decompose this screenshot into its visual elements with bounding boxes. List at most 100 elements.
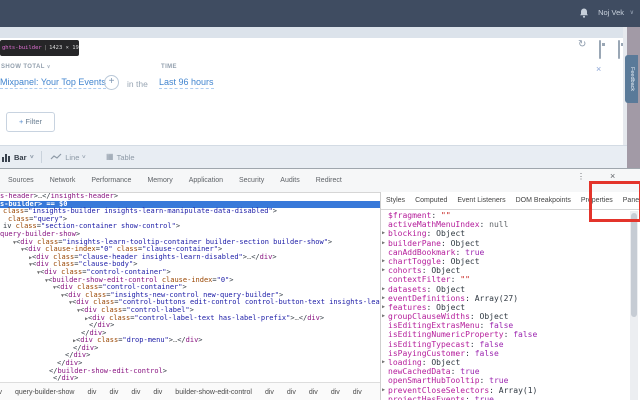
- devtools-tab-performance[interactable]: Performance: [83, 177, 139, 184]
- insights-query-card: [0, 38, 623, 147]
- user-menu[interactable]: Noj Vek: [598, 8, 624, 17]
- property-row[interactable]: isEditingNumericProperty: false: [382, 330, 628, 339]
- devtools-size-tooltip: ghts-builder | 1423 × 198: [0, 40, 79, 56]
- property-name: preventCloseSelectors: [388, 386, 489, 395]
- breadcrumb-item[interactable]: builder-show-edit-control: [175, 389, 252, 396]
- toolbar-divider: [41, 151, 42, 163]
- devtools-tab-audits[interactable]: Audits: [272, 177, 307, 184]
- property-row[interactable]: isPayingCustomer: false: [382, 349, 628, 358]
- property-name: isPayingCustomer: [388, 349, 465, 358]
- property-value: Object: [436, 303, 465, 312]
- devtools-tab-network[interactable]: Network: [42, 177, 84, 184]
- pane-divider[interactable]: [380, 192, 381, 400]
- property-row[interactable]: ▶chartToggle: Object: [382, 257, 628, 266]
- property-row[interactable]: ▶blocking: Object: [382, 229, 628, 238]
- time-range-link[interactable]: Last 96 hours: [159, 77, 214, 89]
- property-row[interactable]: canAddBookmark: true: [382, 248, 628, 257]
- download-icon[interactable]: [618, 40, 620, 59]
- property-row[interactable]: ▶cohorts: Object: [382, 266, 628, 275]
- feedback-side-tab[interactable]: Feedback: [625, 55, 638, 103]
- dom-tree-line[interactable]: </div>: [0, 322, 380, 330]
- filter-button[interactable]: +Filter: [6, 112, 55, 132]
- devtools-tab-application[interactable]: Application: [181, 177, 231, 184]
- property-row[interactable]: isEditingTypecast: false: [382, 340, 628, 349]
- dom-breadcrumb-bar: div query-builder-show div div div div builder…: [0, 382, 380, 400]
- breadcrumb-item[interactable]: div: [265, 389, 274, 396]
- dom-tree-line[interactable]: ▶<div class="control-label-text has-labe…: [0, 315, 380, 323]
- sidebar-tab-computed[interactable]: Computed: [410, 197, 452, 204]
- property-row[interactable]: ▶loading: Object: [382, 358, 628, 367]
- property-name: $fragment: [388, 211, 431, 220]
- devtools-tab-memory[interactable]: Memory: [139, 177, 180, 184]
- property-name: openSmartHubTooltip: [388, 376, 480, 385]
- property-colon: :: [470, 340, 480, 349]
- dom-tree-line[interactable]: </div>: [0, 345, 380, 353]
- property-row[interactable]: projectHasEvents: true: [382, 395, 628, 400]
- chart-type-table[interactable]: ▦ Table: [106, 153, 135, 162]
- property-row[interactable]: openSmartHubTooltip: true: [382, 376, 628, 385]
- screenshot-stage: Noj Vek ∨ ↻ ghts-builder | 1423 × 198 SH…: [0, 0, 640, 400]
- bookmark-icon[interactable]: [599, 40, 601, 59]
- property-row[interactable]: contextFilter: "": [382, 275, 628, 284]
- property-colon: :: [451, 367, 461, 376]
- chevron-down-icon: ∨: [82, 154, 87, 160]
- chart-type-bar[interactable]: Bar∨: [1, 153, 33, 162]
- scrollbar-thumb[interactable]: [631, 213, 637, 317]
- property-name: newCachedData: [388, 367, 451, 376]
- refresh-icon[interactable]: ↻: [578, 39, 586, 50]
- property-row[interactable]: ▶datasets: Object: [382, 285, 628, 294]
- property-value: false: [475, 349, 499, 358]
- property-name: builderPane: [388, 239, 441, 248]
- property-colon: :: [480, 376, 490, 385]
- property-row[interactable]: ▶builderPane: Object: [382, 239, 628, 248]
- breadcrumb-item[interactable]: div: [153, 389, 162, 396]
- property-colon: :: [455, 248, 465, 257]
- chart-type-line[interactable]: Line∨: [50, 153, 86, 162]
- panel-state-properties: $fragment: ""activeMathMenuIndex: null▶b…: [382, 211, 628, 400]
- close-icon[interactable]: ×: [596, 64, 601, 74]
- devtools-tab-security[interactable]: Security: [231, 177, 272, 184]
- sidebar-tab-styles[interactable]: Styles: [381, 197, 410, 204]
- add-event-button[interactable]: +: [104, 75, 119, 90]
- property-value: true: [489, 376, 508, 385]
- dom-tree-line[interactable]: ▶<div class="drop-menu">…</div>: [0, 337, 380, 345]
- event-selector-link[interactable]: Mixpanel: Your Top Events: [0, 77, 106, 89]
- sidebar-tab-dom-breakpoints[interactable]: DOM Breakpoints: [511, 197, 576, 204]
- property-row[interactable]: ▶features: Object: [382, 303, 628, 312]
- property-colon: :: [480, 220, 490, 229]
- breadcrumb-item[interactable]: div: [109, 389, 118, 396]
- devtools-close-icon[interactable]: ×: [610, 171, 615, 181]
- property-row[interactable]: isEditingExtrasMenu: false: [382, 321, 628, 330]
- property-colon: :: [465, 395, 475, 400]
- property-value: false: [480, 340, 504, 349]
- breadcrumb-item[interactable]: div: [309, 389, 318, 396]
- sidebar-tab-event-listeners[interactable]: Event Listeners: [452, 197, 510, 204]
- breadcrumb-item[interactable]: div: [353, 389, 362, 396]
- property-colon: :: [465, 349, 475, 358]
- app-top-bar: Noj Vek ∨: [0, 0, 640, 27]
- breadcrumb-item[interactable]: query-builder-show: [15, 389, 75, 396]
- property-row[interactable]: ▶groupClauseWidths: Object: [382, 312, 628, 321]
- breadcrumb-item[interactable]: div: [131, 389, 140, 396]
- tooltip-separator: |: [44, 45, 47, 51]
- user-menu-chevron-icon[interactable]: ∨: [630, 9, 634, 16]
- breadcrumb-item[interactable]: div: [87, 389, 96, 396]
- devtools-tab-redirect[interactable]: Redirect: [308, 177, 350, 184]
- elements-dom-tree: s-header>…</insights-header>s-builder> =…: [0, 193, 380, 400]
- property-row[interactable]: newCachedData: true: [382, 367, 628, 376]
- property-row[interactable]: ▶eventDefinitions: Array(27): [382, 294, 628, 303]
- property-name: canAddBookmark: [388, 248, 455, 257]
- time-label: TIME: [161, 64, 177, 70]
- breadcrumb-item[interactable]: div: [0, 389, 2, 396]
- property-row[interactable]: ▶preventCloseSelectors: Array(1): [382, 386, 628, 395]
- breadcrumb-item[interactable]: div: [287, 389, 296, 396]
- property-colon: :: [451, 275, 461, 284]
- property-colon: :: [465, 294, 475, 303]
- devtools-kebab-menu-icon[interactable]: ⋮: [577, 172, 585, 181]
- property-value: null: [489, 220, 508, 229]
- devtools-tab-sources[interactable]: Sources: [0, 177, 42, 184]
- sidebar-scrollbar[interactable]: [630, 211, 638, 400]
- notifications-bell-icon[interactable]: [578, 7, 590, 19]
- property-name: projectHasEvents: [388, 395, 465, 400]
- breadcrumb-item[interactable]: div: [331, 389, 340, 396]
